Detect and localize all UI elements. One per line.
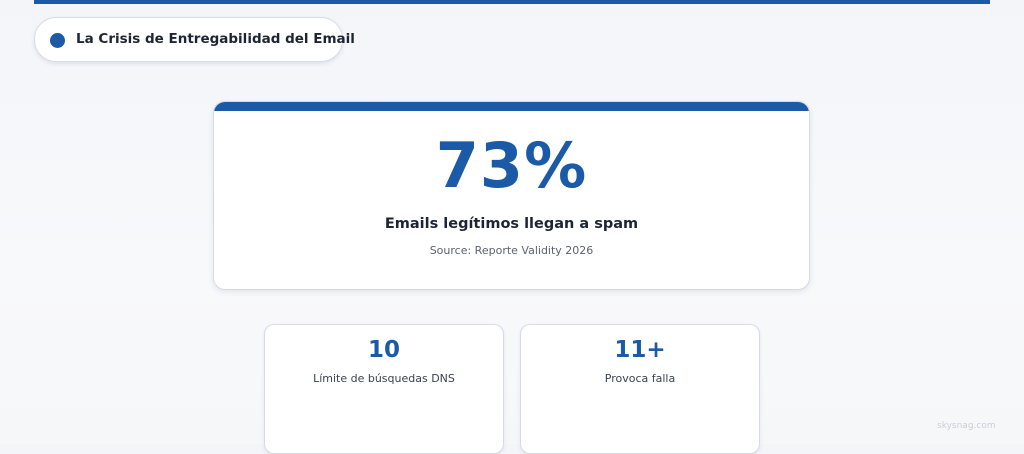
hero-stat-card: 73% Emails legítimos llegan a spam Sourc… [213,101,810,290]
top-accent-bar [34,0,990,4]
stat-value: 10 [367,337,400,363]
stat-value: 11+ [614,337,666,363]
hero-card-accent [214,102,809,111]
stat-label: Provoca falla [604,372,676,385]
section-badge: La Crisis de Entregabilidad del Email [34,17,355,62]
watermark: skysnag.com [937,421,996,431]
hero-stat-label: Emails legítimos llegan a spam [384,216,639,232]
stat-card-dns-limit: 10 Límite de búsquedas DNS [264,324,504,454]
stat-label: Límite de búsquedas DNS [313,372,455,385]
hero-stat-source: Source: Reporte Validity 2026 [429,244,594,257]
section-title: La Crisis de Entregabilidad del Email [76,31,355,47]
stat-card-failure: 11+ Provoca falla [520,324,760,454]
bullet-dot-icon [50,33,65,48]
hero-stat-value: 73% [435,129,588,202]
